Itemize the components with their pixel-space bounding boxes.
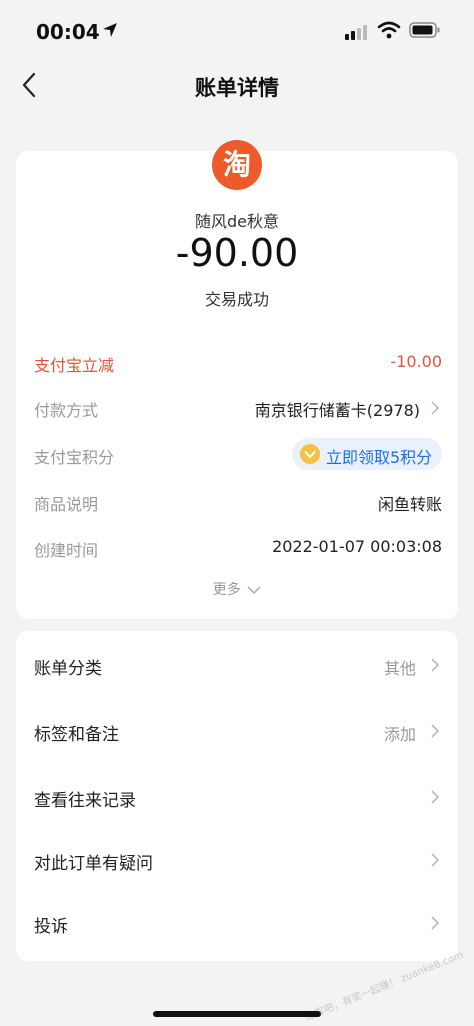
menu-item-label: 投诉	[34, 917, 68, 937]
detail-label: 创建时间	[34, 541, 99, 560]
detail-label: 支付宝立减	[34, 356, 115, 375]
status-time: 00:04	[36, 20, 100, 44]
menu-item-value: 添加	[383, 725, 416, 744]
detail-row-description: 商品说明 闲鱼转账	[34, 486, 442, 516]
status-bar: 00:04	[0, 0, 474, 60]
menu-item-bill-category[interactable]: 账单分类 其他	[16, 636, 458, 692]
taobao-logo-icon: 淘	[212, 140, 262, 190]
location-arrow-icon	[103, 23, 117, 37]
detail-value: 南京银行储蓄卡(2978)	[254, 401, 420, 420]
detail-value: 闲鱼转账	[377, 495, 442, 514]
menu-item-complaint[interactable]: 投诉	[16, 894, 458, 950]
transaction-status: 交易成功	[204, 290, 269, 309]
detail-row-payment-method[interactable]: 付款方式 南京银行储蓄卡(2978)	[34, 392, 442, 422]
page-title: 账单详情	[195, 76, 279, 100]
detail-label: 付款方式	[34, 401, 99, 420]
detail-label: 商品说明	[34, 495, 99, 514]
coin-icon	[300, 444, 320, 464]
battery-icon	[409, 22, 440, 38]
menu-item-value: 其他	[383, 659, 416, 678]
transaction-card: 淘 随风de秋意 -90.00 交易成功 支付宝立减 -10.00 付款方式 南…	[16, 140, 458, 619]
chevron-right-icon	[431, 916, 440, 930]
menu-item-tags-notes[interactable]: 标签和备注 添加	[16, 702, 458, 758]
home-indicator[interactable]	[153, 1011, 321, 1017]
chevron-right-icon	[431, 658, 440, 672]
menu-item-label: 账单分类	[34, 659, 102, 679]
detail-value: 2022-01-07 00:03:08	[272, 537, 442, 556]
transaction-amount: -90.00	[175, 231, 299, 275]
detail-row-points: 支付宝积分 立即领取5积分	[34, 438, 442, 470]
detail-value: -10.00	[390, 352, 442, 371]
chevron-right-icon	[431, 790, 440, 804]
claim-points-button[interactable]: 立即领取5积分	[292, 438, 442, 470]
chevron-right-icon	[431, 401, 440, 415]
chevron-down-icon	[247, 586, 261, 595]
menu-item-history[interactable]: 查看往来记录	[16, 768, 458, 824]
merchant-name: 随风de秋意	[194, 212, 279, 231]
menu-item-label: 查看往来记录	[34, 791, 136, 811]
cellular-signal-icon	[345, 25, 367, 40]
more-label: 更多	[212, 582, 241, 598]
detail-row-created-time: 创建时间 2022-01-07 00:03:08	[34, 532, 442, 562]
chevron-right-icon	[431, 724, 440, 738]
menu-item-order-question[interactable]: 对此订单有疑问	[16, 831, 458, 887]
wifi-icon	[377, 21, 401, 39]
navigation-bar: 账单详情	[0, 62, 474, 108]
claim-points-label: 立即领取5积分	[326, 448, 433, 467]
menu-item-label: 对此订单有疑问	[34, 854, 153, 874]
chevron-right-icon	[431, 853, 440, 867]
detail-row-discount: 支付宝立减 -10.00	[34, 347, 442, 377]
detail-label: 支付宝积分	[34, 448, 115, 467]
actions-card: 账单分类 其他 标签和备注 添加 查看往来记录 对此订单有疑问 投诉	[16, 631, 458, 961]
more-button[interactable]: 更多	[16, 579, 458, 599]
menu-item-label: 标签和备注	[34, 725, 119, 745]
